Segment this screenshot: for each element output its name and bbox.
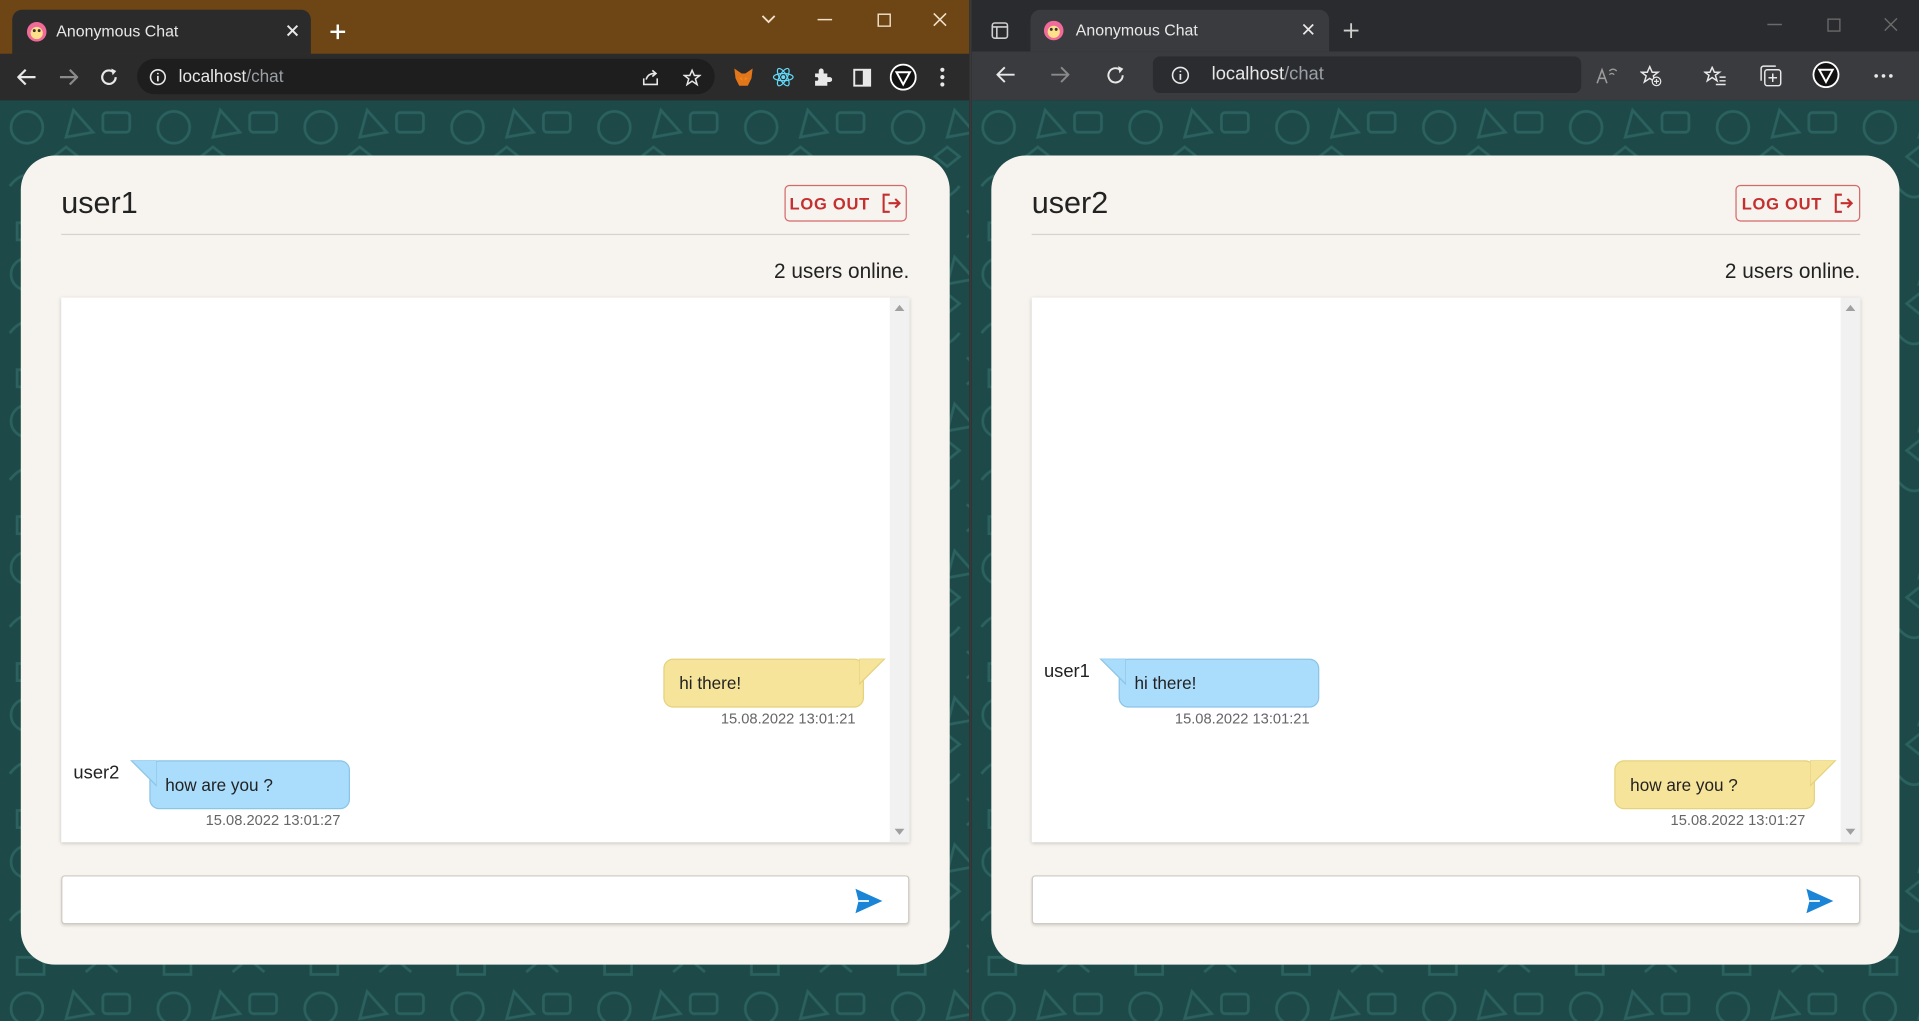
settings-more-icon[interactable]: [1870, 64, 1897, 88]
close-window-icon[interactable]: [1879, 15, 1903, 35]
bubble-tail: [859, 658, 886, 686]
side-panel-icon[interactable]: [849, 65, 873, 89]
address-bar[interactable]: localhost/chat: [1152, 56, 1582, 94]
tab-title: Anonymous Chat: [1075, 20, 1198, 40]
collections-icon[interactable]: [1757, 64, 1784, 88]
message-input[interactable]: [1031, 875, 1861, 925]
logout-button[interactable]: LOG OUT: [1735, 184, 1861, 222]
chat-card: user1 LOG OUT 2 users online. hi there! …: [20, 155, 950, 965]
chat-page: user1 LOG OUT 2 users online. hi there! …: [0, 100, 970, 1021]
chrome-window: Anonymous Chat localhost/chat user1 LOG …: [0, 0, 970, 1021]
message-text: hi there!: [1134, 673, 1197, 693]
logout-label: LOG OUT: [789, 194, 870, 213]
online-count: 2 users online.: [1724, 259, 1861, 283]
profile-avatar-icon[interactable]: [889, 62, 918, 91]
message-input[interactable]: [61, 875, 910, 925]
app-favicon-icon: [26, 22, 47, 42]
bubble-tail: [1810, 760, 1837, 787]
close-tab-icon[interactable]: [1297, 18, 1319, 40]
scroll-down-arrow-icon[interactable]: [1845, 828, 1856, 835]
favorites-icon[interactable]: [1701, 64, 1728, 88]
app-favicon-icon: [1043, 20, 1064, 41]
message-bubble: how are you ?: [1614, 760, 1815, 810]
header-divider: [61, 233, 910, 236]
share-icon[interactable]: [639, 66, 661, 88]
address-bar[interactable]: localhost/chat: [137, 58, 715, 95]
minimize-icon[interactable]: [1762, 15, 1786, 35]
message-scrollbar[interactable]: [1840, 297, 1861, 843]
logout-icon: [882, 193, 901, 213]
bookmark-star-icon[interactable]: [680, 66, 702, 88]
maximize-icon[interactable]: [871, 10, 895, 30]
bubble-tail: [1099, 658, 1126, 686]
reload-icon[interactable]: [97, 65, 121, 89]
close-tab-icon[interactable]: [281, 20, 303, 42]
message-bubble: hi there!: [663, 658, 865, 708]
bubble-tail: [130, 760, 157, 787]
message-timestamp: 15.08.2022 13:01:27: [205, 811, 341, 829]
back-icon[interactable]: [994, 62, 1018, 86]
message-text: how are you ?: [165, 774, 273, 795]
url-text: localhost/chat: [178, 66, 284, 86]
browser-toolbar: localhost/chat: [971, 51, 1919, 101]
tab-bar: Anonymous Chat: [971, 0, 1919, 52]
menu-kebab-icon[interactable]: [930, 65, 954, 89]
logout-icon: [1834, 193, 1853, 213]
metamask-extension-icon[interactable]: [731, 65, 755, 89]
maximize-icon[interactable]: [1821, 15, 1845, 35]
site-info-icon[interactable]: [148, 67, 168, 87]
reload-icon[interactable]: [1103, 62, 1127, 86]
chat-card: user2 LOG OUT 2 users online. user1 hi t…: [991, 155, 1900, 965]
message-sender: user1: [1043, 661, 1090, 682]
online-count: 2 users online.: [773, 259, 910, 283]
tab-anonymous-chat[interactable]: Anonymous Chat: [12, 9, 311, 54]
new-tab-icon[interactable]: [1340, 20, 1362, 42]
forward-icon[interactable]: [1048, 62, 1072, 86]
react-devtools-icon[interactable]: [771, 65, 795, 89]
message-list[interactable]: hi there! 15.08.2022 13:01:21 user2 how …: [61, 297, 910, 843]
scroll-up-arrow-icon[interactable]: [1845, 304, 1856, 311]
new-tab-icon[interactable]: [326, 20, 350, 44]
message-bubble: hi there!: [1118, 658, 1320, 708]
url-text: localhost/chat: [1211, 63, 1324, 85]
message-timestamp: 15.08.2022 13:01:27: [1670, 811, 1806, 829]
tab-actions-icon[interactable]: [989, 20, 1011, 42]
tab-search-icon[interactable]: [756, 10, 780, 30]
logout-label: LOG OUT: [1741, 194, 1823, 213]
back-icon[interactable]: [15, 65, 39, 89]
message-bubble: how are you ?: [149, 760, 351, 810]
tab-bar: Anonymous Chat: [0, 0, 970, 54]
add-favorite-icon[interactable]: [1638, 64, 1665, 88]
extensions-puzzle-icon[interactable]: [810, 65, 834, 89]
site-info-icon[interactable]: [1170, 65, 1190, 85]
edge-window: Anonymous Chat localhost/chat user2 LOG …: [971, 0, 1919, 1021]
logout-button[interactable]: LOG OUT: [784, 184, 907, 222]
message-text: hi there!: [679, 673, 742, 693]
profile-avatar-icon[interactable]: [1811, 60, 1840, 89]
current-username: user2: [1031, 186, 1109, 221]
tab-anonymous-chat[interactable]: Anonymous Chat: [1030, 9, 1330, 52]
message-text: how are you ?: [1630, 774, 1738, 795]
message-sender: user2: [73, 762, 120, 784]
scroll-up-arrow-icon[interactable]: [894, 304, 905, 311]
send-icon[interactable]: [854, 888, 883, 915]
message-scrollbar[interactable]: [889, 297, 910, 843]
minimize-icon[interactable]: [813, 10, 837, 30]
tab-title: Anonymous Chat: [56, 22, 179, 41]
close-window-icon[interactable]: [928, 10, 952, 30]
header-divider: [1031, 233, 1861, 236]
scroll-down-arrow-icon[interactable]: [894, 828, 905, 835]
message-list[interactable]: user1 hi there! 15.08.2022 13:01:21 how …: [1031, 297, 1861, 843]
browser-toolbar: localhost/chat: [0, 53, 970, 101]
message-timestamp: 15.08.2022 13:01:21: [1174, 710, 1310, 728]
chat-page: user2 LOG OUT 2 users online. user1 hi t…: [971, 100, 1919, 1021]
send-icon[interactable]: [1805, 888, 1834, 915]
current-username: user1: [61, 186, 138, 221]
read-aloud-icon[interactable]: [1593, 64, 1620, 88]
forward-icon[interactable]: [56, 65, 80, 89]
message-timestamp: 15.08.2022 13:01:21: [720, 710, 856, 728]
